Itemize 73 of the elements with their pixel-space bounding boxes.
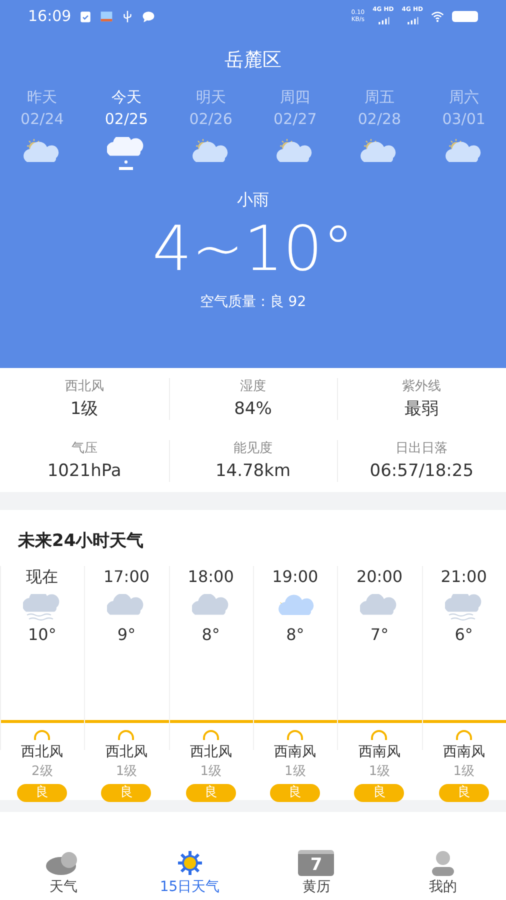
- wind-level: 2级: [32, 763, 53, 781]
- day-tab[interactable]: 今天 02/25: [84, 87, 169, 170]
- wind-direction: 西南风: [274, 743, 316, 762]
- location-title: 岳麓区: [224, 48, 282, 73]
- rain-cloud-icon: [107, 137, 146, 165]
- detail-label: 紫外线: [402, 378, 442, 396]
- detail-label: 能见度: [233, 440, 272, 458]
- hour-time: 17:00: [103, 566, 150, 588]
- hour-temperature: 10°: [28, 624, 56, 646]
- wifi-icon: [431, 10, 444, 22]
- wind-direction: 西南风: [442, 743, 485, 762]
- air-quality-badge: 良: [354, 784, 404, 802]
- air-quality-badge: 良: [438, 784, 489, 802]
- calendar-icon: 7: [298, 850, 334, 876]
- app-icon: [100, 10, 114, 22]
- hour-temperature: 8°: [202, 624, 220, 646]
- air-quality-badge: 良: [17, 784, 68, 802]
- sun-cloud-icon: [23, 137, 62, 165]
- nav-tab[interactable]: 15日天气: [126, 845, 253, 900]
- day-tab[interactable]: 明天 02/26: [168, 87, 253, 170]
- day-tab[interactable]: 昨天 02/24: [0, 87, 84, 170]
- fog-cloud-icon: [444, 594, 483, 622]
- temperature-range: 4~10°: [151, 211, 355, 287]
- hour-temperature: 9°: [117, 624, 136, 646]
- wind-direction: 西北风: [190, 743, 232, 762]
- nav-tab[interactable]: 7 黄历: [253, 845, 380, 900]
- wind-level: 1级: [200, 763, 222, 781]
- detail-value: 14.78km: [215, 460, 291, 483]
- nav-tab[interactable]: 天气: [0, 845, 126, 900]
- wind-direction: 西北风: [105, 743, 148, 762]
- detail-value: 最弱: [404, 398, 439, 421]
- hour-temperature: 6°: [454, 624, 473, 646]
- chat-bubble-icon: [142, 10, 156, 22]
- nav-tab[interactable]: 我的: [380, 845, 506, 900]
- day-tab[interactable]: 周六 03/01: [422, 87, 506, 170]
- usb-icon: [121, 10, 134, 22]
- air-quality-badge: 良: [270, 784, 320, 802]
- detail-label: 湿度: [240, 378, 266, 396]
- clipboard-icon: [79, 10, 92, 22]
- sun-cloud-icon: [360, 137, 398, 165]
- hour-time: 18:00: [188, 566, 234, 588]
- hour-temperature: 8°: [286, 624, 304, 646]
- wind-level: 1级: [284, 763, 306, 781]
- battery-icon: [452, 10, 478, 22]
- sun-cloud-icon: [444, 137, 483, 165]
- detail-label: 气压: [71, 440, 98, 458]
- hour-time: 20:00: [356, 566, 403, 588]
- status-time: 16:09: [28, 7, 72, 25]
- sun-cloud-icon: [192, 137, 230, 165]
- wind-direction: 西南风: [358, 743, 400, 762]
- day-tab[interactable]: 周四 02/27: [253, 87, 338, 170]
- air-quality: 空气质量：良 92: [198, 293, 308, 311]
- hour-time: 19:00: [272, 566, 318, 588]
- weather-condition: 小雨: [236, 190, 270, 211]
- wind-level: 1级: [116, 763, 138, 781]
- hour-time: 现在: [26, 566, 58, 588]
- wind-direction: 西北风: [21, 743, 64, 762]
- detail-value: 1021hPa: [47, 460, 122, 483]
- air-quality-badge: 良: [186, 784, 236, 802]
- wind-level: 1级: [453, 763, 474, 781]
- detail-label: 西北风: [64, 378, 104, 396]
- detail-value: 84%: [234, 398, 272, 421]
- detail-value: 06:57/18:25: [370, 460, 474, 483]
- air-quality-badge: 良: [101, 784, 152, 802]
- detail-value: 1级: [70, 398, 98, 421]
- fog-cloud-icon: [23, 594, 62, 622]
- hour-temperature: 7°: [370, 624, 389, 646]
- wind-level: 1级: [368, 763, 390, 781]
- day-tab[interactable]: 周五 02/28: [337, 87, 422, 170]
- detail-label: 日出日落: [396, 440, 448, 458]
- hour-time: 21:00: [440, 566, 487, 588]
- section-title: 未来24小时天气: [16, 530, 145, 552]
- sun-cloud-icon: [276, 137, 314, 165]
